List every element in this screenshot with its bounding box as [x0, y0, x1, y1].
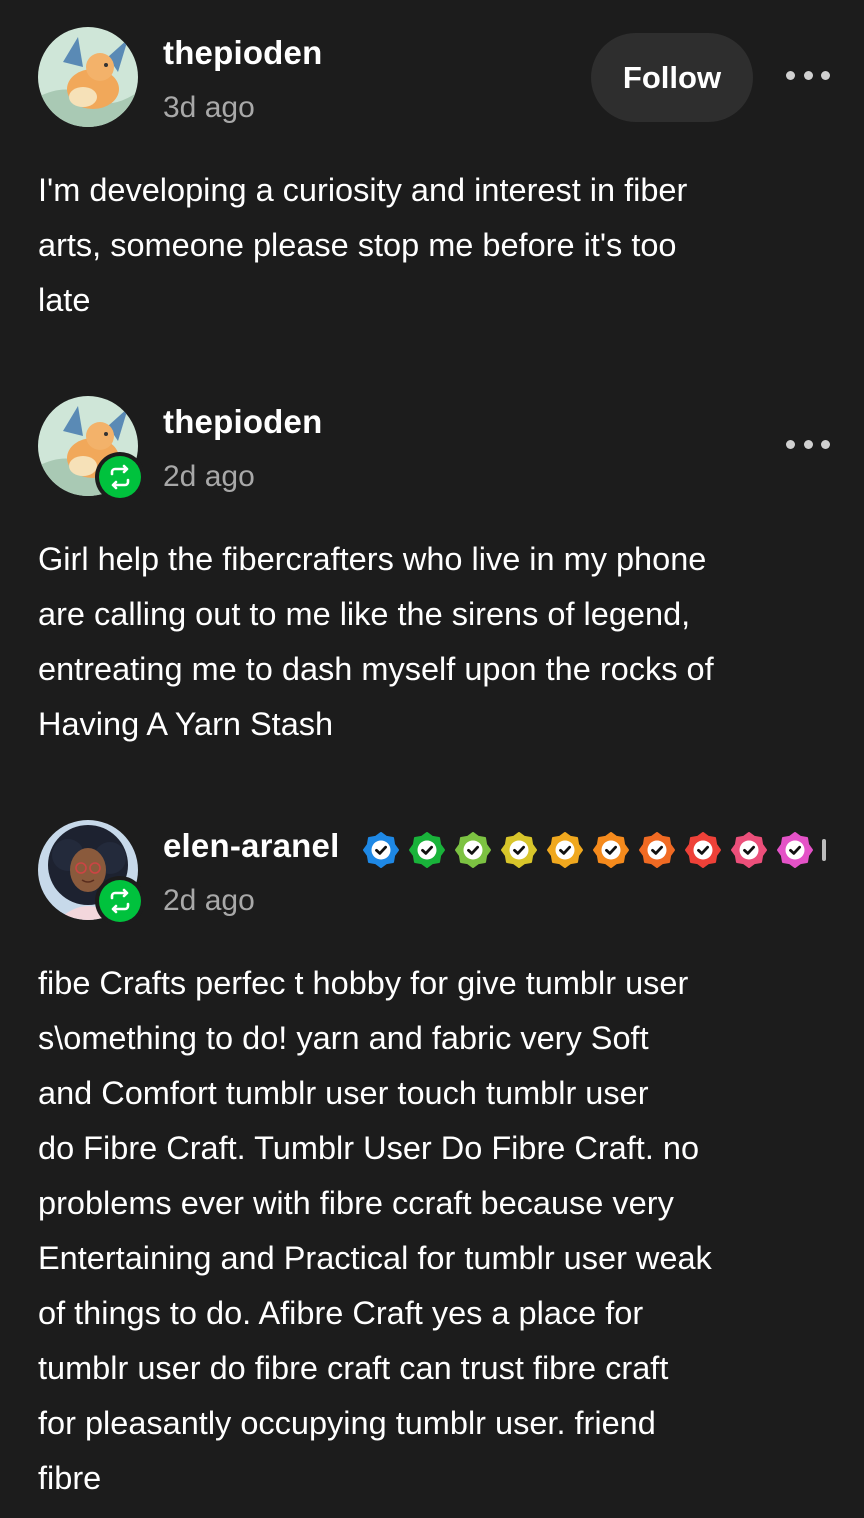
username[interactable]: thepioden — [163, 403, 322, 441]
post-text-line: tumblr user do fibre craft can trust fib… — [38, 1350, 669, 1386]
timestamp[interactable]: 2d ago — [163, 884, 255, 918]
badge-overflow-edge — [822, 839, 826, 861]
post-original: thepioden 3d ago Follow I'm developing a… — [0, 0, 864, 340]
post-text-line: of things to do. Afibre Craft yes a plac… — [38, 1295, 644, 1331]
username[interactable]: thepioden — [163, 34, 322, 72]
verified-check-badge-icon[interactable] — [408, 831, 446, 869]
reblog-badge — [95, 876, 145, 926]
more-options-icon[interactable] — [786, 432, 830, 456]
reblog-icon — [110, 888, 130, 914]
post-text-line: s\omething to do! yarn and fabric very S… — [38, 1020, 649, 1056]
username[interactable]: elen-aranel — [163, 827, 339, 865]
post-text-line: are calling out to me like the sirens of… — [38, 596, 691, 632]
post-text-line: Entertaining and Practical for tumblr us… — [38, 1240, 712, 1276]
post-text-line: Having A Yarn Stash — [38, 706, 334, 742]
more-options-icon[interactable] — [786, 63, 830, 87]
verified-check-badge-icon[interactable] — [500, 831, 538, 869]
post-body: I'm developing a curiosity and interest … — [38, 163, 838, 328]
post-text-line: Girl help the fibercrafters who live in … — [38, 541, 707, 577]
post-text-line: entreating me to dash myself upon the ro… — [38, 651, 714, 687]
verified-check-badge-icon[interactable] — [730, 831, 768, 869]
verified-check-badge-icon[interactable] — [592, 831, 630, 869]
verified-badges[interactable] — [362, 830, 826, 870]
follow-button[interactable]: Follow — [591, 33, 753, 122]
avatar-thepioden[interactable] — [38, 27, 138, 127]
post-text-line: fibe Crafts perfec t hobby for give tumb… — [38, 965, 689, 1001]
verified-check-badge-icon[interactable] — [546, 831, 584, 869]
post-text-line: late — [38, 282, 91, 318]
post-text-line: I'm developing a curiosity and interest … — [38, 172, 688, 208]
post-body: fibe Crafts perfec t hobby for give tumb… — [38, 956, 838, 1506]
post-text-line: fibre — [38, 1460, 102, 1496]
verified-check-badge-icon[interactable] — [684, 831, 722, 869]
post-text-line: do Fibre Craft. Tumblr User Do Fibre Cra… — [38, 1130, 700, 1166]
post-text-line: arts, someone please stop me before it's… — [38, 227, 677, 263]
verified-check-badge-icon[interactable] — [454, 831, 492, 869]
post-text-line: and Comfort tumblr user touch tumblr use… — [38, 1075, 649, 1111]
post-text-line: problems ever with fibre ccraft because … — [38, 1185, 674, 1221]
verified-check-badge-icon[interactable] — [638, 831, 676, 869]
verified-check-badge-icon[interactable] — [776, 831, 814, 869]
verified-check-badge-icon[interactable] — [362, 831, 400, 869]
reblog-badge — [95, 452, 145, 502]
post-text-line: for pleasantly occupying tumblr user. fr… — [38, 1405, 656, 1441]
reblog-icon — [110, 464, 130, 490]
timestamp[interactable]: 2d ago — [163, 460, 255, 494]
post-body: Girl help the fibercrafters who live in … — [38, 532, 838, 752]
timestamp[interactable]: 3d ago — [163, 91, 255, 125]
